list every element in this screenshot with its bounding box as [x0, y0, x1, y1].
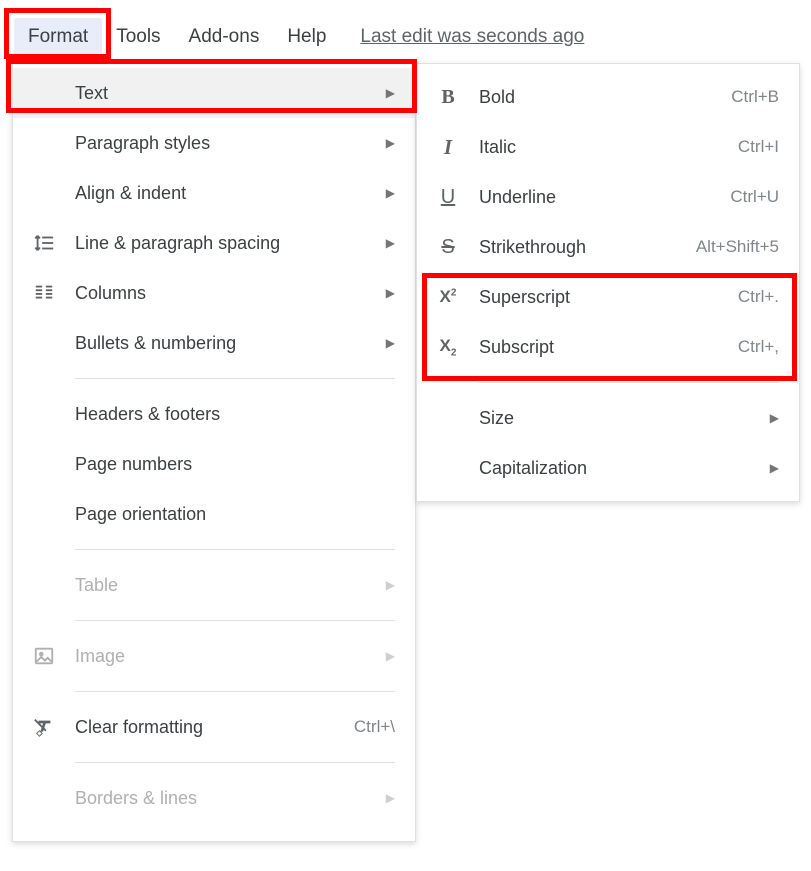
- menu-item-label: Strikethrough: [479, 237, 686, 258]
- separator: [479, 382, 779, 383]
- submenu-arrow-icon: ▶: [386, 578, 395, 592]
- shortcut-label: Alt+Shift+5: [696, 237, 779, 257]
- format-dropdown: Text ▶ Paragraph styles ▶ Align & indent…: [12, 59, 416, 842]
- menubar: Format Tools Add-ons Help Last edit was …: [14, 18, 584, 56]
- italic-icon: I: [417, 135, 479, 160]
- menu-item-paragraph-styles[interactable]: Paragraph styles ▶: [13, 118, 415, 168]
- menu-item-label: Align & indent: [75, 183, 376, 204]
- menu-item-label: Columns: [75, 283, 376, 304]
- subscript-icon: X2: [417, 336, 479, 358]
- menu-item-label: Underline: [479, 187, 720, 208]
- shortcut-label: Ctrl+I: [738, 137, 779, 157]
- submenu-arrow-icon: ▶: [770, 411, 779, 425]
- shortcut-label: Ctrl+B: [731, 87, 779, 107]
- menu-item-bold[interactable]: B Bold Ctrl+B: [417, 72, 799, 122]
- menu-item-label: Superscript: [479, 287, 728, 308]
- menu-item-label: Image: [75, 646, 376, 667]
- menu-item-align-indent[interactable]: Align & indent ▶: [13, 168, 415, 218]
- menu-item-label: Headers & footers: [75, 404, 395, 425]
- submenu-arrow-icon: ▶: [386, 186, 395, 200]
- menu-item-label: Bullets & numbering: [75, 333, 376, 354]
- menu-tools[interactable]: Tools: [102, 18, 174, 56]
- line-spacing-icon: [13, 232, 75, 254]
- submenu-arrow-icon: ▶: [386, 136, 395, 150]
- menu-item-label: Size: [479, 408, 760, 429]
- menu-item-label: Page orientation: [75, 504, 395, 525]
- shortcut-label: Ctrl+\: [354, 717, 395, 737]
- submenu-arrow-icon: ▶: [386, 791, 395, 805]
- menu-help[interactable]: Help: [273, 18, 340, 56]
- menu-item-page-orientation[interactable]: Page orientation: [13, 489, 415, 539]
- menu-item-label: Table: [75, 575, 376, 596]
- menu-addons[interactable]: Add-ons: [175, 18, 274, 56]
- menu-item-label: Page numbers: [75, 454, 395, 475]
- separator: [75, 378, 395, 379]
- menu-item-strikethrough[interactable]: S Strikethrough Alt+Shift+5: [417, 222, 799, 272]
- shortcut-label: Ctrl+U: [730, 187, 779, 207]
- menu-item-columns[interactable]: Columns ▶: [13, 268, 415, 318]
- submenu-arrow-icon: ▶: [386, 236, 395, 250]
- menu-format[interactable]: Format: [14, 18, 102, 56]
- separator: [75, 691, 395, 692]
- submenu-arrow-icon: ▶: [386, 649, 395, 663]
- menu-item-label: Italic: [479, 137, 728, 158]
- shortcut-label: Ctrl+,: [738, 337, 779, 357]
- separator: [75, 762, 395, 763]
- menu-item-table[interactable]: Table ▶: [13, 560, 415, 610]
- menu-item-bullets-numbering[interactable]: Bullets & numbering ▶: [13, 318, 415, 368]
- menu-item-line-spacing[interactable]: Line & paragraph spacing ▶: [13, 218, 415, 268]
- clear-formatting-icon: [13, 716, 75, 738]
- menu-item-headers-footers[interactable]: Headers & footers: [13, 389, 415, 439]
- last-edit-link[interactable]: Last edit was seconds ago: [360, 26, 584, 48]
- submenu-arrow-icon: ▶: [386, 286, 395, 300]
- menu-item-superscript[interactable]: X2 Superscript Ctrl+.: [417, 272, 799, 322]
- menu-item-label: Paragraph styles: [75, 133, 376, 154]
- menu-item-page-numbers[interactable]: Page numbers: [13, 439, 415, 489]
- menu-item-clear-formatting[interactable]: Clear formatting Ctrl+\: [13, 702, 415, 752]
- menu-item-underline[interactable]: U Underline Ctrl+U: [417, 172, 799, 222]
- columns-icon: [13, 282, 75, 304]
- menu-item-label: Bold: [479, 87, 721, 108]
- menu-item-subscript[interactable]: X2 Subscript Ctrl+,: [417, 322, 799, 372]
- menu-item-label: Clear formatting: [75, 717, 344, 738]
- menu-item-label: Text: [75, 83, 376, 104]
- strikethrough-icon: S: [417, 236, 479, 259]
- bold-icon: B: [417, 86, 479, 109]
- text-submenu: B Bold Ctrl+B I Italic Ctrl+I U Underlin…: [416, 63, 800, 502]
- shortcut-label: Ctrl+.: [738, 287, 779, 307]
- submenu-arrow-icon: ▶: [770, 461, 779, 475]
- separator: [75, 549, 395, 550]
- menu-item-size[interactable]: Size ▶: [417, 393, 799, 443]
- underline-icon: U: [417, 186, 479, 209]
- image-icon: [13, 645, 75, 667]
- submenu-arrow-icon: ▶: [386, 336, 395, 350]
- separator: [75, 620, 395, 621]
- menu-item-image[interactable]: Image ▶: [13, 631, 415, 681]
- menu-item-label: Line & paragraph spacing: [75, 233, 376, 254]
- menu-item-label: Borders & lines: [75, 788, 376, 809]
- superscript-icon: X2: [417, 287, 479, 307]
- submenu-arrow-icon: ▶: [386, 86, 395, 100]
- menu-item-capitalization[interactable]: Capitalization ▶: [417, 443, 799, 493]
- menu-item-borders-lines[interactable]: Borders & lines ▶: [13, 773, 415, 823]
- menu-item-text[interactable]: Text ▶: [13, 68, 415, 118]
- menu-item-italic[interactable]: I Italic Ctrl+I: [417, 122, 799, 172]
- menu-item-label: Capitalization: [479, 458, 760, 479]
- menu-item-label: Subscript: [479, 337, 728, 358]
